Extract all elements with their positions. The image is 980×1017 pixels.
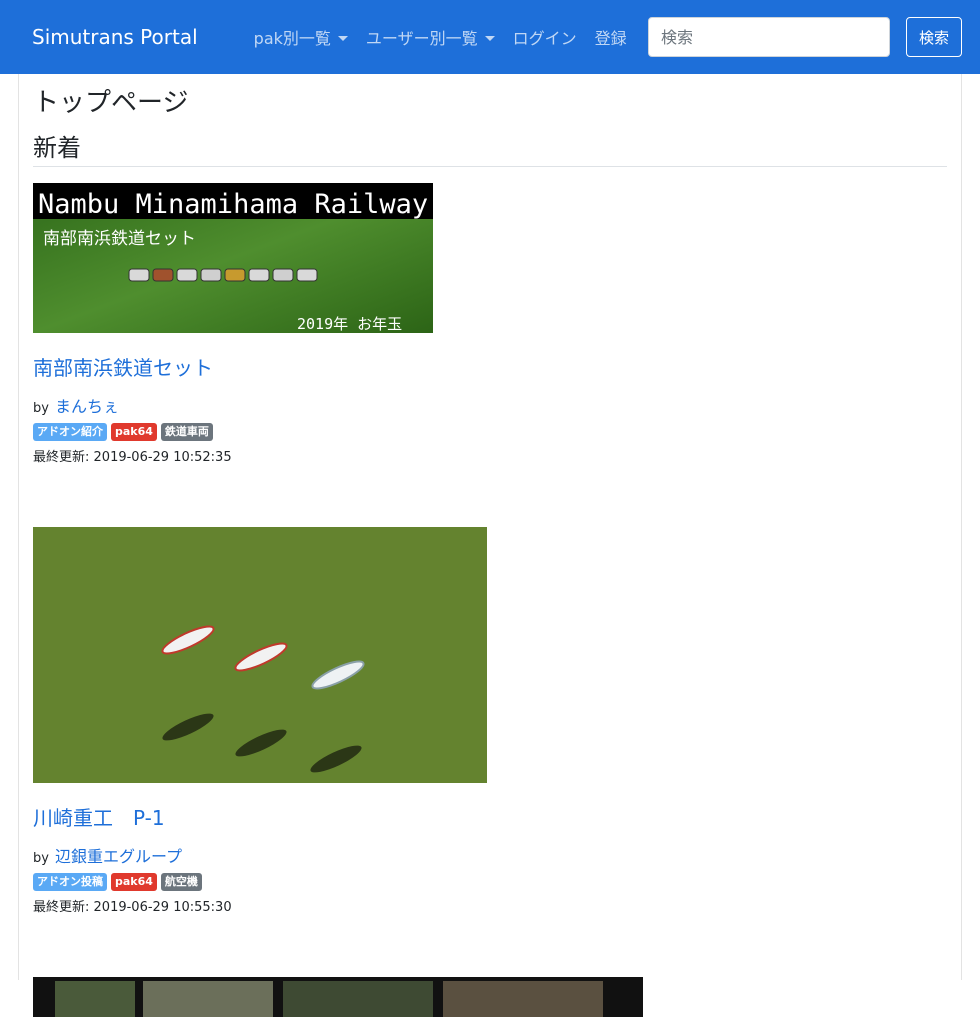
nav-login-link[interactable]: ログイン [513, 25, 577, 49]
article-card [33, 977, 947, 1017]
updated-value: 2019-06-29 10:52:35 [93, 450, 232, 465]
by-label: by [33, 401, 49, 416]
last-updated: 最終更新: 2019-06-29 10:55:30 [33, 899, 947, 917]
pak-badge[interactable]: pak64 [111, 423, 157, 441]
section-title-new: 新着 [33, 132, 947, 167]
search-button[interactable]: 検索 [905, 17, 962, 57]
author-link[interactable]: まんちぇ [55, 397, 119, 416]
nav-user-list-label: ユーザー別一覧 [365, 29, 478, 48]
banner-note: 2019年 お年玉 [297, 315, 402, 333]
article-thumbnail[interactable]: Nambu Minamihama Railway 南部南浜鉄道セット 2019年… [33, 183, 433, 333]
main-content: トップページ 新着 Nambu Minamihama Railway 南部南浜鉄… [18, 74, 962, 1017]
article-thumbnail[interactable] [33, 977, 643, 1017]
nav-user-list-dropdown[interactable]: ユーザー別一覧 [366, 25, 495, 49]
banner-subtitle: 南部南浜鉄道セット [43, 229, 196, 249]
search-input[interactable] [647, 17, 890, 57]
article-title-link[interactable]: 川崎重工 P-1 [33, 805, 947, 831]
updated-value: 2019-06-29 10:55:30 [93, 900, 232, 915]
tag-list: アドオン投稿 pak64 航空機 [33, 873, 947, 891]
nav-pak-list-label: pak別一覧 [253, 29, 331, 48]
article-byline: by まんちぇ [33, 397, 947, 419]
pak-badge[interactable]: pak64 [111, 873, 157, 891]
navbar: Simutrans Portal pak別一覧 ユーザー別一覧 ログイン 登録 … [0, 0, 980, 74]
tag-list: アドオン紹介 pak64 鉄道車両 [33, 423, 947, 441]
updated-label: 最終更新: [33, 900, 90, 915]
nav-pak-list-dropdown[interactable]: pak別一覧 [254, 25, 348, 49]
article-byline: by 辺銀重エグループ [33, 847, 947, 869]
article-thumbnail[interactable] [33, 527, 487, 783]
updated-label: 最終更新: [33, 450, 90, 465]
nav-register-link[interactable]: 登録 [595, 25, 627, 49]
author-link[interactable]: 辺銀重エグループ [55, 847, 182, 866]
article-card: 川崎重工 P-1 by 辺銀重エグループ アドオン投稿 pak64 航空機 最終更… [33, 527, 947, 917]
category-badge[interactable]: 航空機 [160, 873, 202, 891]
category-badge[interactable]: 鉄道車両 [160, 423, 213, 441]
chevron-down-icon [484, 36, 495, 41]
article-title-link[interactable]: 南部南浜鉄道セット [33, 355, 947, 381]
page-title: トップページ [33, 88, 189, 118]
last-updated: 最終更新: 2019-06-29 10:52:35 [33, 449, 947, 467]
chevron-down-icon [337, 36, 348, 41]
tag-badge[interactable]: アドオン投稿 [33, 873, 107, 891]
search-form: 検索 [647, 17, 962, 57]
by-label: by [33, 851, 49, 866]
tag-badge[interactable]: アドオン紹介 [33, 423, 107, 441]
nav-menu: pak別一覧 ユーザー別一覧 ログイン 登録 [254, 25, 627, 49]
banner-title: Nambu Minamihama Railway [38, 189, 428, 220]
article-card: Nambu Minamihama Railway 南部南浜鉄道セット 2019年… [33, 183, 947, 467]
brand-link[interactable]: Simutrans Portal [32, 25, 198, 49]
